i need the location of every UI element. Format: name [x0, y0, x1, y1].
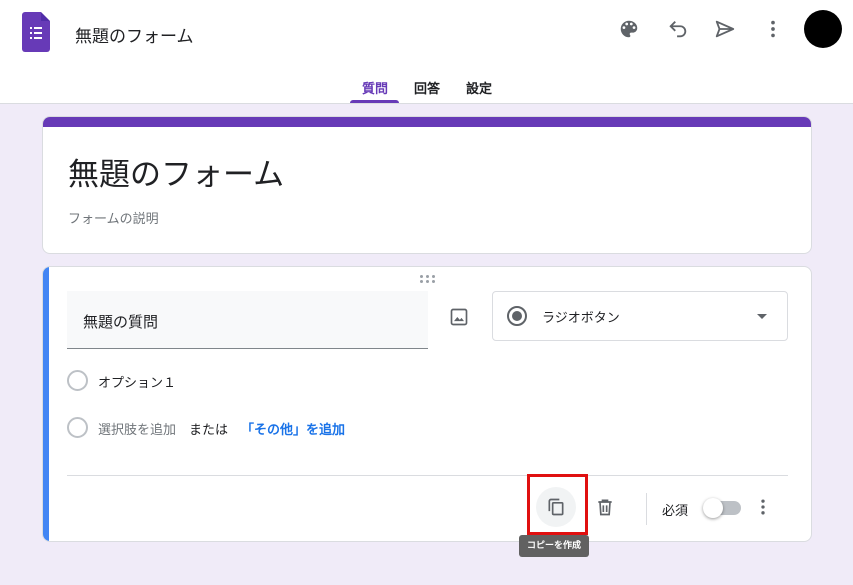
- tab-responses[interactable]: 回答: [414, 78, 440, 97]
- required-toggle[interactable]: [703, 498, 741, 518]
- card-footer-divider: [67, 475, 788, 476]
- add-option-link[interactable]: 選択肢を追加: [98, 419, 176, 438]
- question-type-select[interactable]: ラジオボタン: [492, 291, 788, 341]
- question-title-text: 無題の質問: [83, 313, 159, 331]
- question-title-input[interactable]: 無題の質問: [67, 291, 428, 349]
- active-tab-indicator: [350, 100, 399, 103]
- highlight-box: [527, 474, 588, 535]
- option-label[interactable]: オプション１: [98, 372, 176, 391]
- title-card-accent: [43, 117, 811, 127]
- question-type-label: ラジオボタン: [542, 311, 620, 326]
- active-card-indicator: [43, 267, 49, 541]
- question-card: 無題の質問 ラジオボタン オプション１ 選択肢を追加 または 「その他」を追加 …: [42, 266, 812, 542]
- required-label: 必須: [662, 504, 689, 519]
- palette-icon[interactable]: [614, 14, 644, 44]
- tab-settings[interactable]: 設定: [466, 78, 492, 97]
- tab-questions[interactable]: 質問: [362, 78, 388, 97]
- radio-button-icon: [507, 306, 527, 326]
- drag-handle-icon[interactable]: [420, 275, 436, 283]
- form-title-card: 無題のフォーム フォームの説明: [42, 116, 812, 254]
- undo-icon[interactable]: [663, 14, 693, 44]
- app-header: 無題のフォーム 質問 回答 設定: [0, 0, 853, 104]
- more-vert-icon[interactable]: [758, 14, 788, 44]
- form-name[interactable]: 無題のフォーム: [75, 22, 194, 47]
- image-icon[interactable]: [446, 304, 472, 330]
- avatar[interactable]: [804, 10, 842, 48]
- trash-icon: [598, 499, 612, 516]
- send-icon[interactable]: [710, 14, 740, 44]
- radio-circle-icon: [67, 417, 88, 438]
- delete-button[interactable]: [585, 487, 625, 527]
- radio-circle-icon: [67, 370, 88, 391]
- tooltip: コピーを作成: [519, 535, 590, 557]
- footer-separator: [646, 493, 647, 525]
- or-text: または: [189, 423, 229, 438]
- question-more-icon[interactable]: [743, 487, 783, 527]
- tab-bar: 質問 回答 設定: [0, 70, 853, 104]
- add-other-link[interactable]: 「その他」を追加: [241, 419, 345, 438]
- forms-logo-icon[interactable]: [22, 12, 50, 52]
- dropdown-arrow-icon: [757, 314, 767, 319]
- form-description[interactable]: フォームの説明: [68, 208, 159, 227]
- form-title[interactable]: 無題のフォーム: [68, 149, 284, 194]
